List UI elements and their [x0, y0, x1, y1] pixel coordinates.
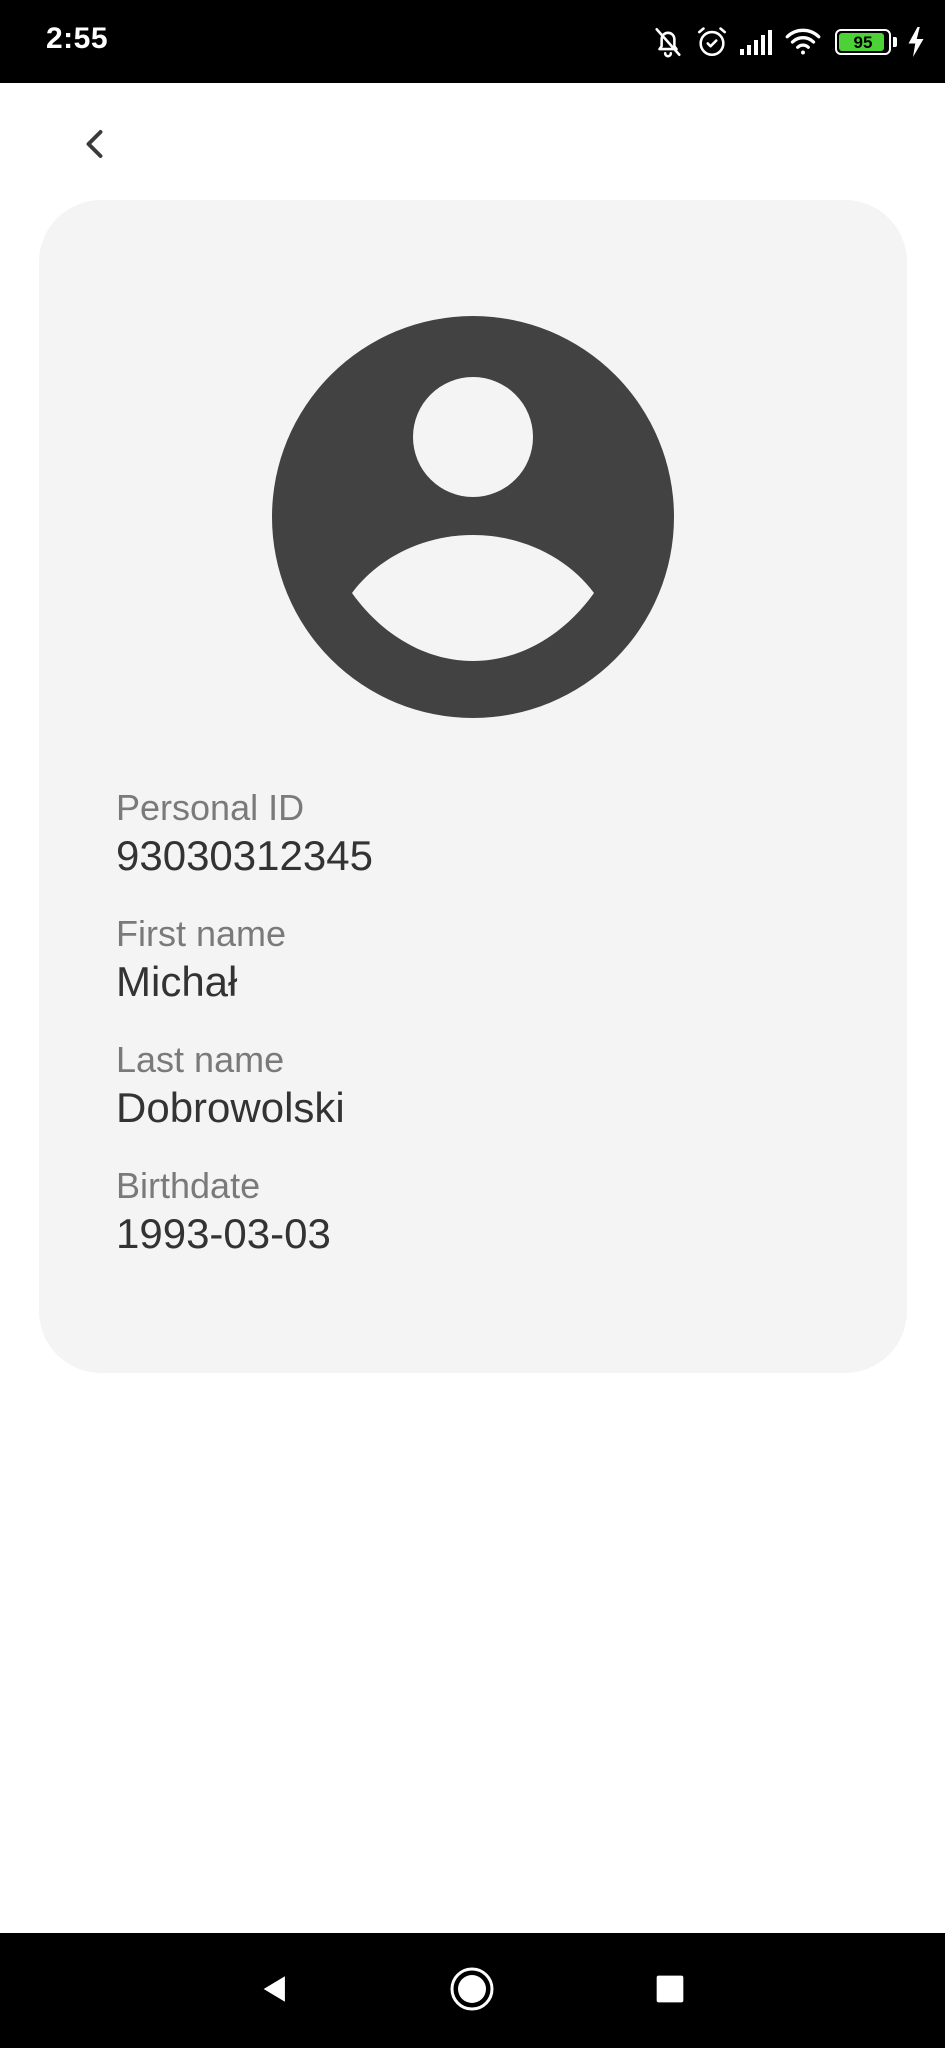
recents-square-icon — [654, 1973, 686, 2010]
battery-tip — [893, 37, 897, 47]
signal-icon — [739, 27, 775, 57]
field-last-name: Last name Dobrowolski — [116, 1038, 836, 1134]
field-personal-id: Personal ID 93030312345 — [116, 786, 836, 882]
home-circle-icon — [448, 1965, 496, 2018]
charging-icon — [907, 27, 925, 57]
battery-level: 95 — [853, 32, 873, 52]
nav-back-button[interactable] — [245, 1961, 305, 2021]
status-bar: 2:55 95 — [0, 0, 945, 83]
profile-fields: Personal ID 93030312345 First name Micha… — [116, 786, 836, 1290]
field-value: Michał — [116, 958, 238, 1005]
field-label: Birthdate — [116, 1165, 261, 1206]
navigation-bar — [0, 1933, 945, 2048]
status-icons: 95 — [651, 20, 925, 64]
field-label: Last name — [116, 1039, 285, 1080]
back-button[interactable] — [60, 110, 132, 182]
field-value: Dobrowolski — [116, 1084, 345, 1131]
field-first-name: First name Michał — [116, 912, 836, 1008]
battery-icon: 95 — [835, 29, 891, 55]
field-value: 93030312345 — [116, 832, 373, 879]
back-triangle-icon — [258, 1972, 292, 2011]
alarm-icon — [695, 25, 729, 59]
field-value: 1993-03-03 — [116, 1210, 331, 1257]
nav-recents-button[interactable] — [640, 1961, 700, 2021]
profile-card: Personal ID 93030312345 First name Micha… — [39, 200, 907, 1373]
profile-screen: 2:55 95 Personal ID 93030312345 First na… — [0, 0, 945, 2048]
status-time: 2:55 — [46, 22, 109, 55]
field-label: First name — [116, 913, 287, 954]
chevron-left-icon — [78, 126, 114, 167]
notifications-off-icon — [651, 25, 685, 59]
field-birthdate: Birthdate 1993-03-03 — [116, 1164, 836, 1260]
account-circle-icon — [272, 316, 674, 718]
wifi-icon — [785, 27, 821, 57]
field-label: Personal ID — [116, 787, 305, 828]
nav-home-button[interactable] — [442, 1961, 502, 2021]
